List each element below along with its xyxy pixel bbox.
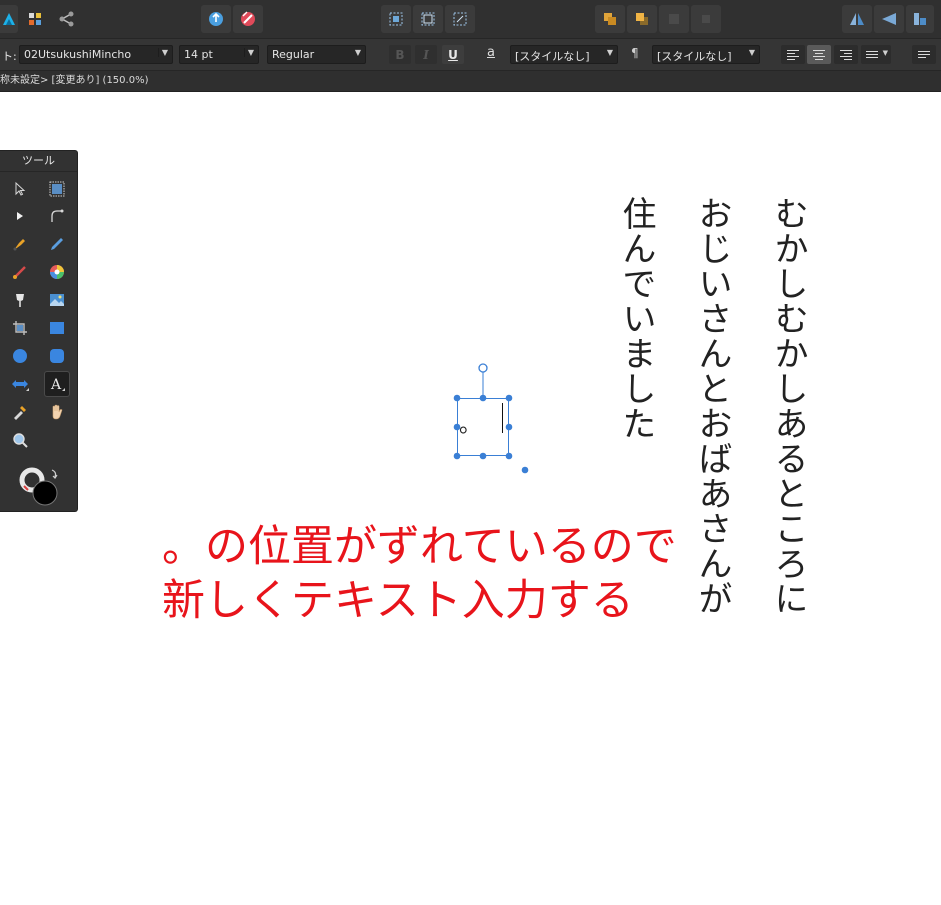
annotation-line-2: 新しくテキスト入力する xyxy=(162,576,634,626)
flip-horizontal-icon[interactable] xyxy=(842,5,872,33)
color-swatches[interactable] xyxy=(18,466,62,508)
resize-handle xyxy=(479,452,487,460)
resize-handle xyxy=(453,423,461,431)
arrange-group xyxy=(595,5,721,33)
resize-handle xyxy=(479,394,487,402)
context-toolbar: ト: 02UtsukushiMincho ▼ 14 pt ▼ Regular ▼… xyxy=(0,39,941,71)
artistic-text-tool-icon[interactable]: A xyxy=(44,371,70,397)
transparency-tool-icon[interactable] xyxy=(8,288,32,312)
chevron-down-icon: ▼ xyxy=(748,48,755,57)
rotate-handle xyxy=(478,363,488,373)
font-family-dropdown[interactable]: 02UtsukushiMincho ▼ xyxy=(19,45,173,64)
font-style-dropdown[interactable]: Regular ▼ xyxy=(267,45,366,64)
rounded-rectangle-tool-icon[interactable] xyxy=(45,344,69,368)
snap-box-icon[interactable] xyxy=(381,5,411,33)
snap-frame-icon[interactable] xyxy=(413,5,443,33)
artboard-tool-icon[interactable] xyxy=(45,177,69,201)
export-persona-icon[interactable] xyxy=(52,5,82,33)
place-image-tool-icon[interactable] xyxy=(45,288,69,312)
svg-text:A: A xyxy=(50,377,62,393)
align-right-button[interactable] xyxy=(834,45,858,64)
color-picker-tool-icon[interactable] xyxy=(8,400,32,424)
text-column-2[interactable]: おじいさんとおばあさんが xyxy=(692,196,732,616)
snap-transform-icon[interactable] xyxy=(445,5,475,33)
pixel-persona-icon[interactable] xyxy=(20,5,50,33)
pen-rotate-icon[interactable] xyxy=(233,5,263,33)
crop-tool-icon[interactable] xyxy=(8,316,32,340)
persona-group xyxy=(0,5,82,33)
character-style-icon: a xyxy=(487,45,495,60)
arrange-disabled-1-icon[interactable] xyxy=(659,5,689,33)
paragraph-style-icon: ¶ xyxy=(631,46,639,60)
paragraph-options-button[interactable] xyxy=(912,45,936,64)
pen-tool-icon[interactable] xyxy=(8,232,32,256)
align-left-button[interactable] xyxy=(781,45,805,64)
resize-handle xyxy=(453,452,461,460)
text-column-1[interactable]: むかしむかしあるところに xyxy=(768,196,808,616)
chevron-down-icon: ▼ xyxy=(243,48,254,57)
chevron-down-icon: ▼ xyxy=(157,48,168,57)
panel-icon[interactable] xyxy=(906,5,934,33)
chevron-down-icon: ▼ xyxy=(882,49,888,57)
font-style-value: Regular xyxy=(272,48,315,61)
character-style-value: [スタイルなし] xyxy=(515,50,590,63)
font-size-dropdown[interactable]: 14 pt ▼ xyxy=(179,45,259,64)
move-tool-icon[interactable] xyxy=(8,177,32,201)
document-tab-bar: 称未設定> [変更あり] (150.0%) xyxy=(0,71,941,92)
corner-tool-icon[interactable] xyxy=(45,204,69,228)
resize-handle xyxy=(505,423,513,431)
assistant-icon[interactable] xyxy=(201,5,231,33)
font-family-value: 02UtsukushiMincho xyxy=(24,48,132,61)
hand-tool-icon[interactable] xyxy=(45,400,69,424)
italic-button[interactable]: I xyxy=(415,45,437,64)
pencil-tool-icon[interactable] xyxy=(45,232,69,256)
underline-button[interactable]: U xyxy=(442,45,464,64)
selection-handles xyxy=(453,363,529,474)
fill-tool-icon[interactable] xyxy=(45,260,69,284)
main-toolbar xyxy=(0,0,941,39)
snapping-group xyxy=(381,5,475,33)
vector-brush-tool-icon[interactable] xyxy=(8,260,32,284)
node-tool-icon[interactable] xyxy=(8,204,32,228)
arrange-front-icon[interactable] xyxy=(627,5,657,33)
chevron-down-icon: ▼ xyxy=(354,48,361,57)
paragraph-style-value: [スタイルなし] xyxy=(657,50,732,63)
text-column-3[interactable]: 住んでいました xyxy=(616,196,656,441)
arrange-disabled-2-icon[interactable] xyxy=(691,5,721,33)
font-size-value: 14 pt xyxy=(184,48,213,61)
document-title[interactable]: 称未設定> [変更あり] (150.0%) xyxy=(0,75,148,86)
shape-tools-icon[interactable] xyxy=(8,372,32,396)
rectangle-tool-icon[interactable] xyxy=(45,316,69,340)
paragraph-style-dropdown[interactable]: [スタイルなし] ▼ xyxy=(652,45,760,64)
assistant-group xyxy=(201,5,263,33)
bold-button[interactable]: B xyxy=(389,45,411,64)
annotation-line-1: 。の位置がずれているので xyxy=(162,522,677,572)
align-center-button[interactable] xyxy=(807,45,831,64)
justify-dropdown[interactable]: ▼ xyxy=(861,45,891,64)
overflow-handle xyxy=(521,466,529,474)
flip-vertical-icon[interactable] xyxy=(874,5,904,33)
annotation-note: 。の位置がずれているので 新しくテキスト入力する xyxy=(162,520,677,628)
resize-handle xyxy=(505,394,513,402)
affinity-logo-icon[interactable] xyxy=(0,5,18,33)
zoom-tool-icon[interactable] xyxy=(8,428,32,452)
chevron-down-icon: ▼ xyxy=(606,48,613,57)
tools-panel: ツール A xyxy=(0,150,78,512)
arrange-back-icon[interactable] xyxy=(595,5,625,33)
font-label: ト: xyxy=(2,50,17,63)
resize-handle xyxy=(505,452,513,460)
ellipse-tool-icon[interactable] xyxy=(8,344,32,368)
tools-panel-title: ツール xyxy=(0,151,77,172)
flip-group xyxy=(842,5,934,33)
character-style-dropdown[interactable]: [スタイルなし] ▼ xyxy=(510,45,618,64)
resize-handle xyxy=(453,394,461,402)
